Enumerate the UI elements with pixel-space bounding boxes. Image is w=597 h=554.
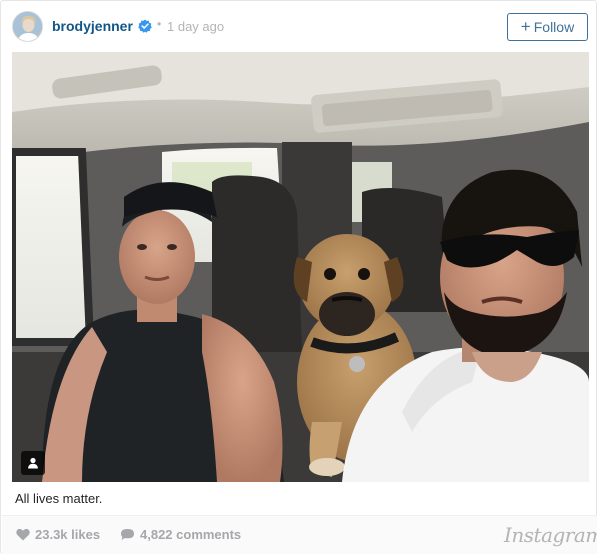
post-caption: All lives matter.	[15, 491, 103, 506]
avatar[interactable]	[12, 11, 43, 42]
instagram-logo[interactable]: Instagram	[504, 523, 597, 547]
post-photo[interactable]	[12, 52, 589, 482]
likes-label: 23.3k likes	[35, 527, 101, 542]
comment-bubble-icon	[121, 529, 134, 540]
separator-dot: •	[157, 17, 162, 31]
likes-count[interactable]: 23.3k likes	[16, 527, 100, 542]
username-link[interactable]: brodyjenner	[52, 18, 133, 34]
post-footer: 23.3k likes 4,822 comments Instagram	[2, 515, 597, 554]
comments-label: 4,822 comments	[140, 527, 242, 542]
follow-label: Follow	[533, 19, 575, 35]
verified-badge-icon	[138, 19, 152, 33]
post-header: brodyjenner • 1 day ago + Follow	[1, 1, 597, 51]
heart-icon	[16, 528, 30, 541]
comments-count[interactable]: 4,822 comments	[120, 527, 241, 542]
post-timestamp[interactable]: 1 day ago	[167, 19, 224, 34]
plus-icon: +	[520, 17, 531, 36]
follow-button[interactable]: + Follow	[507, 13, 588, 41]
user-tag-icon[interactable]	[21, 451, 45, 475]
embedded-post-card: brodyjenner • 1 day ago + Follow All liv…	[0, 0, 597, 554]
